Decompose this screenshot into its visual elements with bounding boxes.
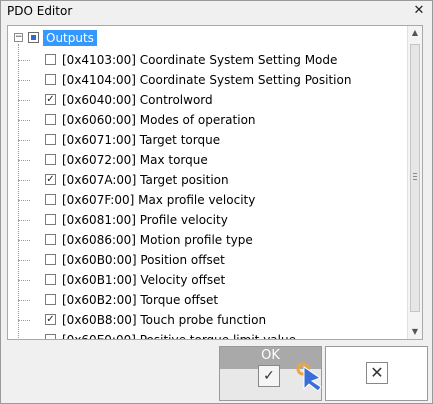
item-checkbox[interactable] [45,294,56,305]
item-label: [0x60B0:00] Position offset [62,253,225,267]
pdo-editor-window: PDO Editor ✕ − Outputs [0x4103:00] Coord… [0,0,433,404]
collapse-icon[interactable]: − [14,33,23,42]
tree-connector-line [18,44,19,339]
item-checkbox[interactable] [45,274,56,285]
item-label: [0x4104:00] Coordinate System Setting Po… [62,73,352,87]
item-label: [0x607A:00] Target position [62,173,229,187]
ok-button[interactable]: OK ✓ [219,346,322,401]
item-checkbox[interactable] [45,334,56,339]
item-checkbox[interactable] [45,154,56,165]
item-label: [0x60B2:00] Torque offset [62,293,219,307]
close-x-icon: ✕ [366,362,388,384]
scroll-up-icon[interactable]: ▲ [408,26,422,40]
item-label: [0x6086:00] Motion profile type [62,233,253,247]
item-label: [0x6072:00] Max torque [62,153,208,167]
item-label: [0x4103:00] Coordinate System Setting Mo… [62,53,338,67]
item-checkbox[interactable] [45,214,56,225]
root-checkbox[interactable] [28,32,39,43]
item-checkbox[interactable]: ✓ [45,94,56,105]
item-label: [0x6040:00] Controlword [62,93,213,107]
item-label: [0x60E0:00] Positive torque limit value [62,333,296,340]
pdo-tree-view[interactable]: − Outputs [0x4103:00] Coordinate System … [7,25,423,340]
close-icon[interactable]: ✕ [412,4,426,18]
window-title: PDO Editor [7,4,73,18]
item-label: [0x60B1:00] Velocity offset [62,273,226,287]
item-checkbox[interactable] [45,134,56,145]
title-bar[interactable]: PDO Editor ✕ [1,1,432,23]
item-checkbox[interactable] [45,54,56,65]
item-label: [0x6081:00] Profile velocity [62,213,228,227]
item-label: [0x6060:00] Modes of operation [62,113,256,127]
checkmark-icon: ✓ [258,365,280,387]
item-label: [0x60B8:00] Touch probe function [62,313,267,327]
item-label: [0x6071:00] Target torque [62,133,221,147]
item-checkbox[interactable] [45,114,56,125]
item-checkbox[interactable] [45,234,56,245]
vertical-scrollbar[interactable]: ▲ ▼ [407,26,422,339]
item-label: [0x607F:00] Max profile velocity [62,193,256,207]
item-checkbox[interactable] [45,74,56,85]
scroll-thumb[interactable] [410,44,420,312]
mouse-cursor-icon [296,362,322,391]
item-checkbox[interactable]: ✓ [45,174,56,185]
root-label: Outputs [43,30,97,46]
item-checkbox[interactable]: ✓ [45,314,56,325]
cancel-button[interactable]: ✕ [325,346,428,401]
scroll-down-icon[interactable]: ▼ [408,325,422,339]
item-checkbox[interactable] [45,254,56,265]
item-checkbox[interactable] [45,194,56,205]
